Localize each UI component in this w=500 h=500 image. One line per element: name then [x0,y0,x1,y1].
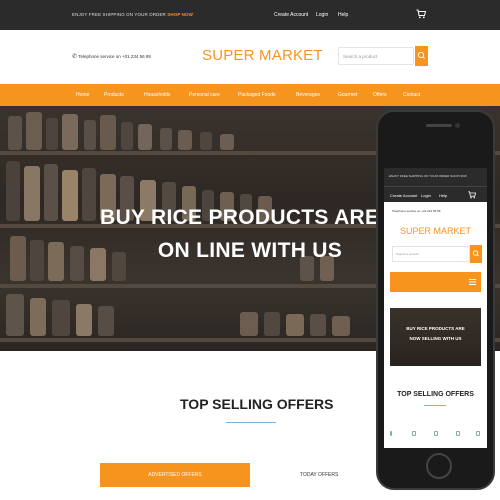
nav-item-personal-care[interactable]: Personal care [189,92,220,98]
mobile-offers-divider [424,405,446,406]
page: ENJOY FREE SHIPPING ON YOUR ORDER SHOP N… [0,0,500,500]
mobile-login-link[interactable]: Login [421,193,431,198]
mobile-nav-bar[interactable] [390,272,481,292]
mobile-logo[interactable]: SUPER MARKET [400,226,471,236]
mobile-hero-line-1: BUY RICE PRODUCTS ARE [406,326,465,331]
create-account-link[interactable]: Create Account [274,12,308,18]
tab-today-offers[interactable]: TODAY OFFERS [300,472,338,478]
help-link[interactable]: Help [338,12,348,18]
phone-camera [455,123,460,128]
main-nav: Home Products Households Personal care P… [0,84,500,106]
nav-item-beverages[interactable]: Beverages [296,92,320,98]
mobile-icon-3[interactable] [434,431,438,436]
nav-item-offers[interactable]: Offers [373,92,387,98]
promo-link[interactable]: SHOP NOW [167,12,193,17]
nav-item-packaged-foods[interactable]: Packaged Foods [238,92,276,98]
mobile-promo-text: ENJOY FREE SHIPPING ON YOUR ORDER SHOP N… [389,174,467,178]
mobile-create-account-link[interactable]: Create Account [390,193,417,198]
mobile-phone-info: Telephone service on +01 234 56 89 [392,209,441,213]
mobile-menu-icon[interactable] [469,279,476,285]
phone-text: Telephone service on +01 234 56 89 [78,54,151,59]
site-header: ✆ Telephone service on +01 234 56 89 SUP… [0,30,500,84]
mobile-offers-title: TOP SELLING OFFERS [397,391,474,398]
promo-text: ENJOY FREE SHIPPING ON YOUR ORDER [72,12,166,17]
nav-item-products[interactable]: Products [104,92,124,98]
site-logo[interactable]: SUPER MARKET [202,47,323,64]
mobile-cart-icon[interactable] [468,191,476,199]
nav-item-households[interactable]: Households [144,92,170,98]
offers-title: TOP SELLING OFFERS [180,396,334,412]
mobile-icon-4[interactable] [456,431,460,436]
hero-title-line-2: ON LINE WITH US [157,239,343,262]
mobile-icon-5[interactable] [476,431,480,436]
mobile-search-icon [472,250,479,257]
mobile-search-button[interactable] [470,245,482,263]
mobile-icon-row [384,431,487,441]
mobile-hero-banner: BUY RICE PRODUCTS ARE NOW SELLING WITH U… [390,308,481,366]
hero-title-line-1: BUY RICE PRODUCTS ARE NOW [100,206,438,229]
mobile-hero-line-2: NOW SELLING WITH US [409,336,462,341]
mobile-icon-1[interactable] [390,431,392,436]
nav-item-gourmet[interactable]: Gourmet [338,92,357,98]
login-link[interactable]: Login [316,12,328,18]
mobile-icon-2[interactable] [412,431,416,436]
cart-icon[interactable] [416,9,426,19]
offers-divider [226,422,276,423]
search-input[interactable]: Search a product [338,47,414,65]
phone-home-button [426,453,452,479]
phone-icon: ✆ [72,54,78,60]
mobile-search-input[interactable]: Search a product [392,246,470,262]
phone-info: ✆ Telephone service on +01 234 56 89 [72,53,151,60]
mobile-top-bar: ENJOY FREE SHIPPING ON YOUR ORDER SHOP N… [384,168,487,186]
promo-banner: ENJOY FREE SHIPPING ON YOUR ORDER SHOP N… [72,12,193,17]
search-button[interactable] [415,46,428,66]
mobile-help-link[interactable]: Help [439,193,447,198]
top-bar: ENJOY FREE SHIPPING ON YOUR ORDER SHOP N… [0,0,500,30]
tab-advertised-offers[interactable]: ADVERTISED OFFERS [100,463,250,487]
phone-speaker [426,124,452,127]
search-icon [417,51,425,59]
mobile-account-links: Create Account Login Help [384,186,487,202]
nav-item-contact[interactable]: Contact [403,92,420,98]
nav-item-home[interactable]: Home [76,92,89,98]
phone-screen: ENJOY FREE SHIPPING ON YOUR ORDER SHOP N… [384,168,487,448]
